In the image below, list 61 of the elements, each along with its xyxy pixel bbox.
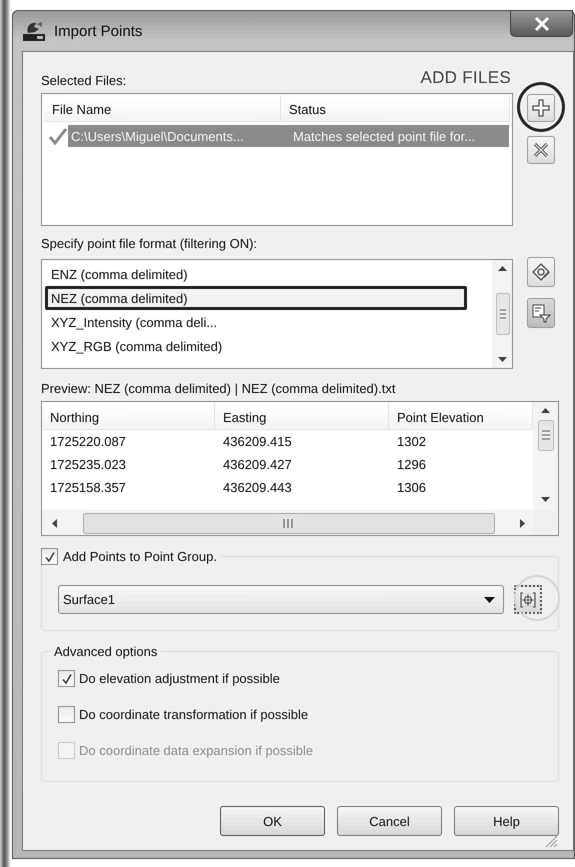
filter-icon xyxy=(531,303,551,323)
file-list[interactable]: File Name Status C:\Users\Miguel\Documents... Matches selected point file for... xyxy=(41,93,513,226)
plus-icon xyxy=(531,98,551,118)
scroll-down-icon[interactable] xyxy=(498,357,507,362)
table-cell-text: 1306 xyxy=(396,480,427,495)
filter-button[interactable] xyxy=(527,298,555,328)
highlight-circle xyxy=(517,82,565,132)
dialog-button[interactable]: OK xyxy=(220,806,325,836)
scroll-left-icon[interactable] xyxy=(52,518,57,528)
scroll-thumb[interactable] xyxy=(538,420,554,450)
scrollbar[interactable] xyxy=(492,260,512,368)
resize-grip[interactable] xyxy=(544,834,558,848)
annotation-text: ADD FILES xyxy=(420,68,511,88)
scroll-down-icon[interactable] xyxy=(541,497,550,502)
close-icon xyxy=(532,141,550,159)
close-button[interactable] xyxy=(510,10,573,37)
table-cell-text: 1302 xyxy=(396,434,427,449)
checkbox-label: Add Points to Point Group. xyxy=(63,549,217,564)
scrollbar[interactable] xyxy=(533,402,558,510)
group-title: Advanced options xyxy=(51,644,160,659)
edit-format-button[interactable] xyxy=(527,257,555,287)
table-cell-text: 436209.427 xyxy=(222,457,293,472)
table-cell-text: 1725235.023 xyxy=(49,457,127,472)
scroll-thumb[interactable] xyxy=(82,512,494,534)
section-label: Preview: NEZ (comma delimited) | NEZ (comma delimited).txt xyxy=(41,381,396,396)
scroll-right-icon[interactable] xyxy=(520,518,525,528)
dialog-button[interactable]: Help xyxy=(454,806,559,836)
dropdown-icon xyxy=(484,596,495,602)
scroll-thumb[interactable] xyxy=(496,293,510,335)
scroll-up-icon[interactable] xyxy=(498,266,507,271)
checkbox-label: Do elevation adjustment if possible xyxy=(79,671,280,686)
checkbox-label: Do coordinate transformation if possible xyxy=(79,707,308,722)
table-cell-text: 436209.415 xyxy=(222,434,293,449)
point-group-dropdown[interactable]: Surface1 xyxy=(58,585,504,614)
list-item[interactable]: ENZ (comma delimited) xyxy=(45,262,467,286)
column-header[interactable]: File Name xyxy=(44,96,281,121)
table-cell-text: 1725220.087 xyxy=(49,434,127,449)
section-label: Specify point file format (filtering ON): xyxy=(41,236,258,251)
checkbox[interactable] xyxy=(58,670,75,687)
table-cell-text: 1296 xyxy=(396,457,427,472)
checkbox[interactable] xyxy=(58,706,75,723)
column-header[interactable]: Status xyxy=(281,96,510,121)
scrollbar[interactable] xyxy=(42,510,533,535)
dialog-button[interactable]: Cancel xyxy=(337,806,442,836)
add-button[interactable] xyxy=(527,94,555,122)
checkbox[interactable] xyxy=(41,548,58,565)
section-label: Selected Files: xyxy=(41,73,126,88)
window-title: Import Points xyxy=(54,22,142,40)
scroll-up-icon[interactable] xyxy=(541,408,550,413)
table-cell-text: 436209.443 xyxy=(222,480,293,495)
checkbox-label: Do coordinate data expansion if possible xyxy=(79,743,314,758)
pick-button[interactable] xyxy=(514,585,542,614)
app-icon xyxy=(22,20,46,42)
column-header[interactable]: Northing xyxy=(42,402,215,429)
list-item[interactable]: XYZ_RGB (comma delimited) xyxy=(45,334,467,358)
column-header[interactable]: Easting xyxy=(215,402,389,429)
close-icon xyxy=(534,16,550,30)
remove-button[interactable] xyxy=(527,136,555,164)
list-item[interactable]: NEZ (comma delimited) xyxy=(45,286,467,310)
table-cell-text: 1725158.357 xyxy=(49,480,127,495)
list-item[interactable]: XYZ_Intensity (comma deli... xyxy=(45,310,467,334)
